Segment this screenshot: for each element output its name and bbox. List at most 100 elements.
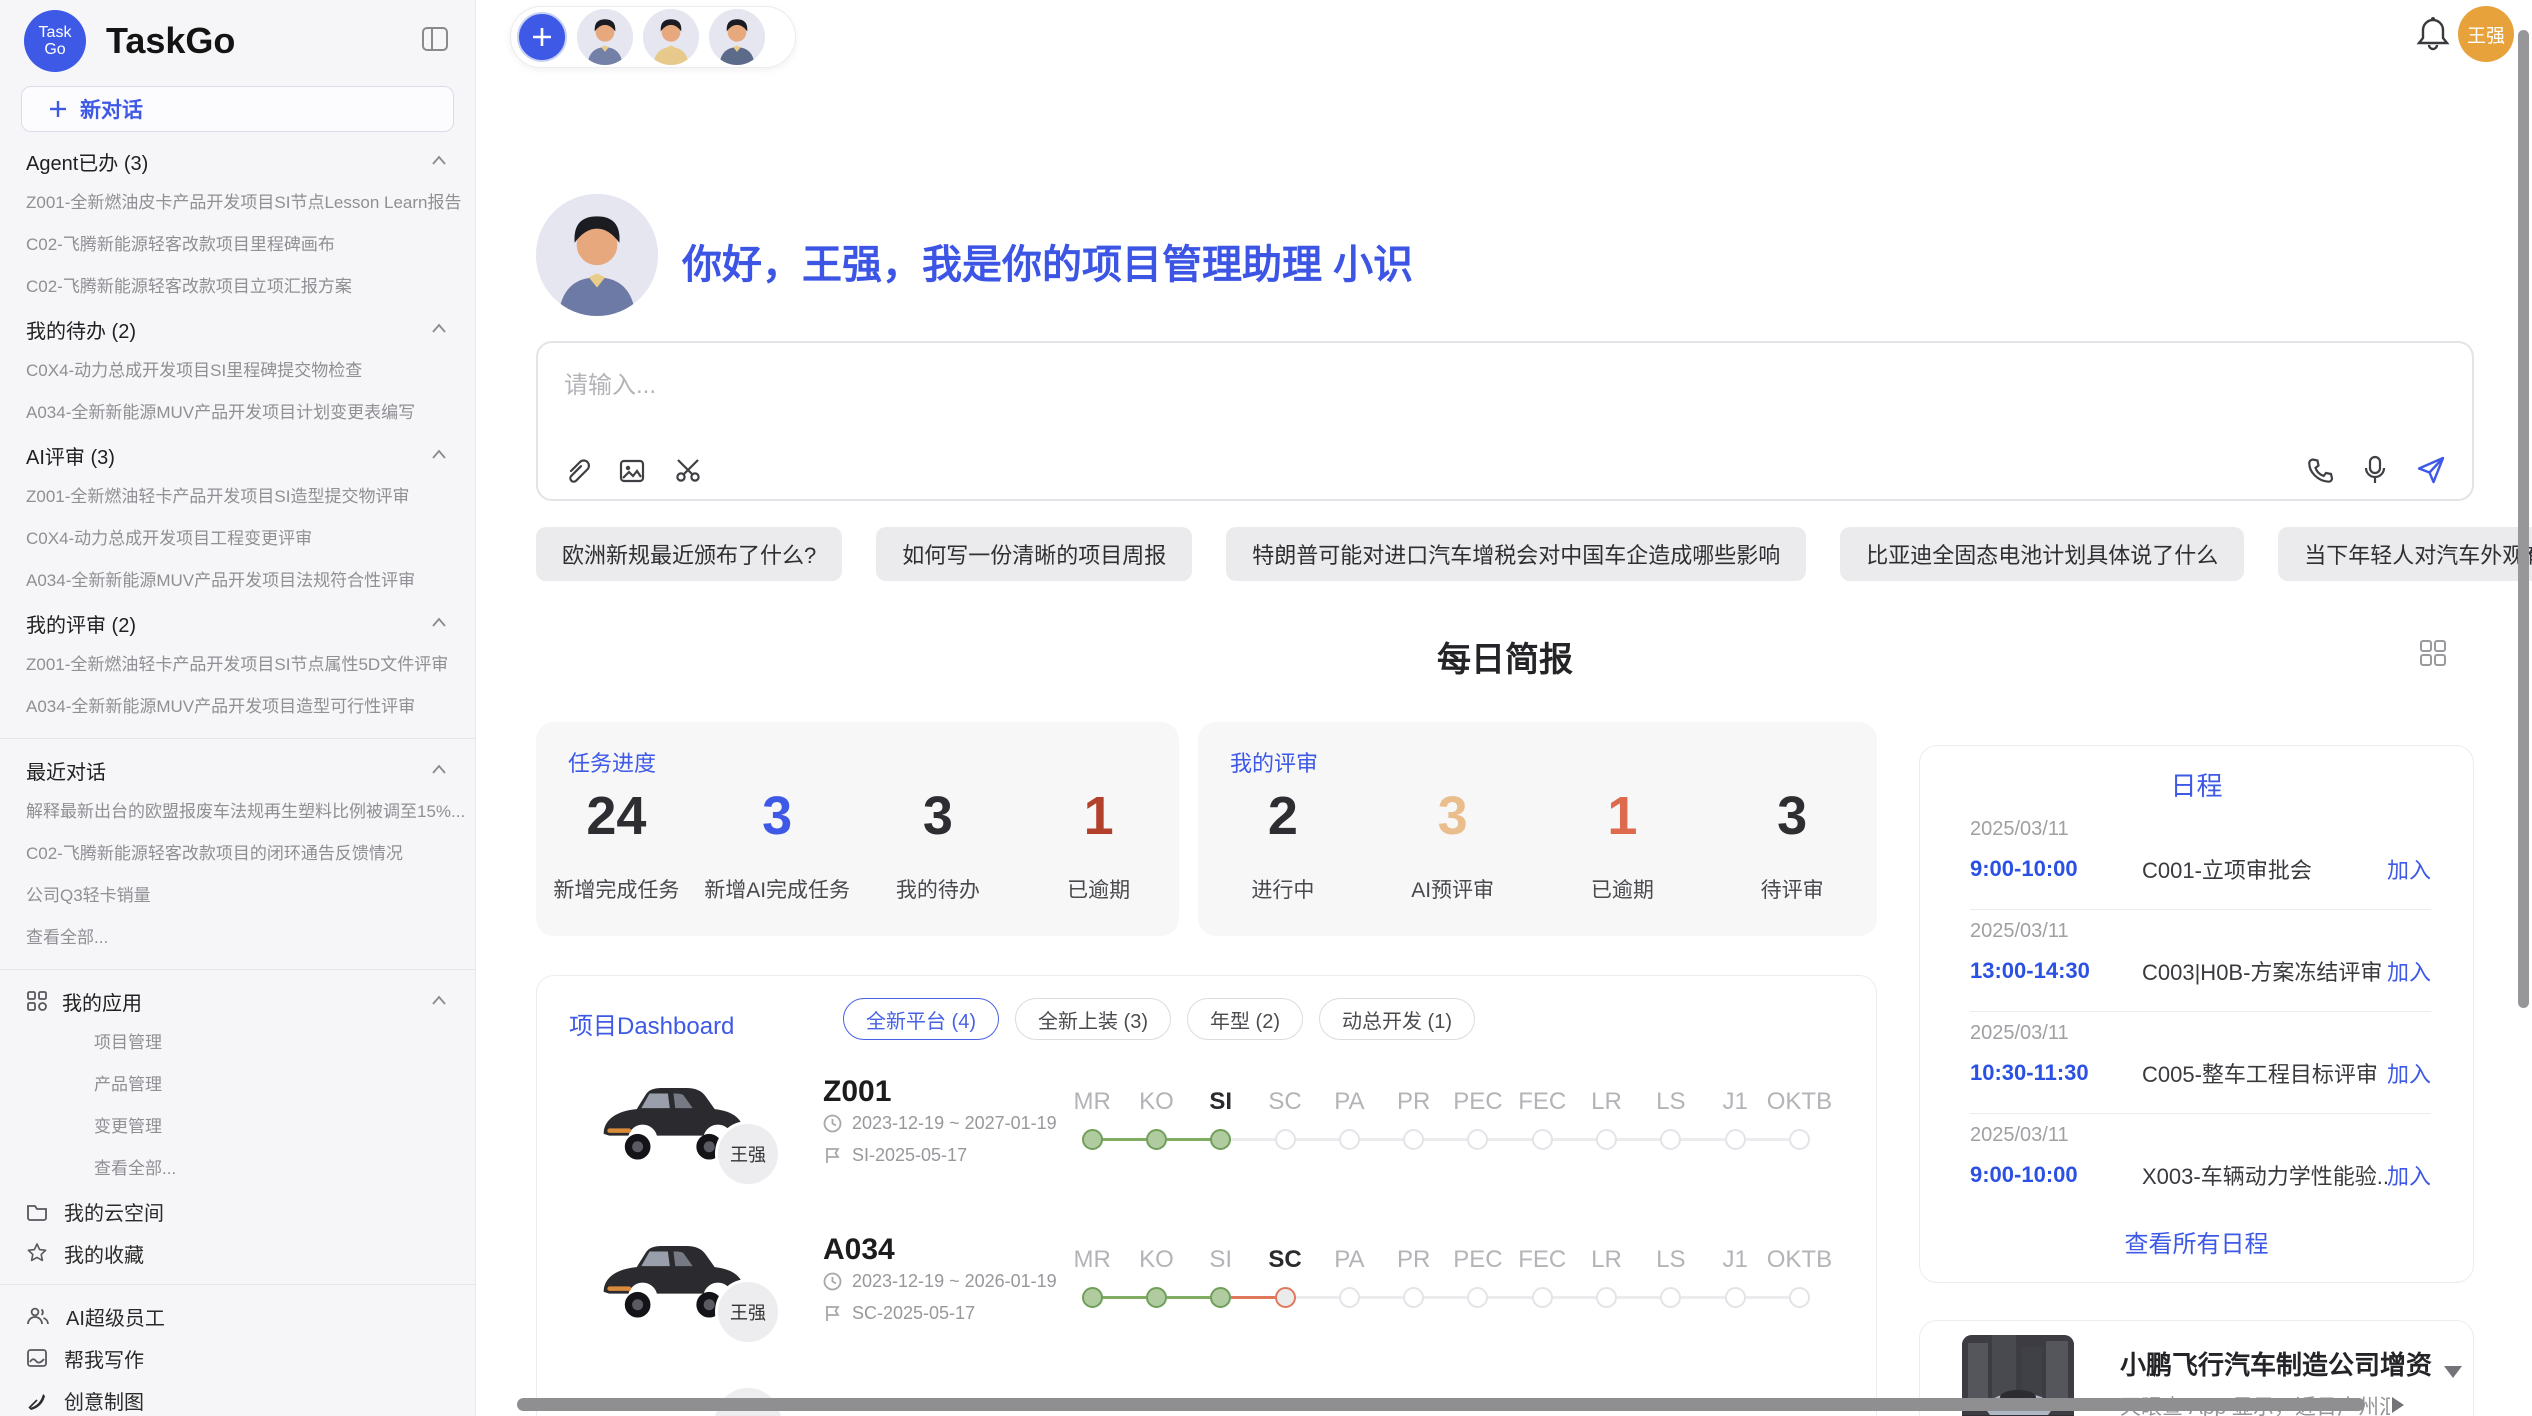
suggestion-chip-2[interactable]: 如何写一份清晰的项目周报 bbox=[876, 527, 1192, 581]
event-join-link[interactable]: 加入 bbox=[2387, 1057, 2431, 1089]
insert-image-icon[interactable] bbox=[618, 457, 646, 485]
sidebar-link-cloud-folder[interactable]: 我的云空间 bbox=[0, 1190, 475, 1232]
project-flag-milestone: SI-2025-05-17 bbox=[823, 1145, 967, 1166]
notifications-bell-icon[interactable] bbox=[2416, 16, 2450, 52]
sidebar-section-title-text: 我的待办 (2) bbox=[26, 315, 136, 344]
milestone-dot[interactable] bbox=[1789, 1287, 1810, 1308]
milestone-dot[interactable] bbox=[1339, 1129, 1360, 1150]
sidebar-item-label: Z001-全新燃油皮卡产品开发项目SI节点Lesson Learn报告 bbox=[26, 182, 449, 224]
milestone-dot[interactable] bbox=[1210, 1287, 1231, 1308]
send-icon[interactable] bbox=[2416, 455, 2446, 485]
scroll-right-arrow-icon[interactable] bbox=[2392, 1397, 2404, 1413]
sidebar-list-item[interactable]: 公司Q3轻卡销量 bbox=[0, 875, 475, 917]
sidebar-section-header-3[interactable]: 我的评审 (2) bbox=[0, 602, 475, 644]
suggestion-chip-1[interactable]: 欧洲新规最近颁布了什么? bbox=[536, 527, 842, 581]
star-icon bbox=[26, 1242, 48, 1264]
suggestion-chips: 欧洲新规最近颁布了什么? 如何写一份清晰的项目周报特朗普可能对进口汽车增税会对中国… bbox=[536, 527, 2475, 581]
stat-grid: 24新增完成任务3新增AI完成任务3我的待办1已逾期 bbox=[536, 786, 1179, 936]
milestone-dot[interactable] bbox=[1660, 1287, 1681, 1308]
suggestion-chip-4[interactable]: 比亚迪全固态电池计划具体说了什么 bbox=[1840, 527, 2244, 581]
sidebar-list-item[interactable]: Z001-全新燃油皮卡产品开发项目SI节点Lesson Learn报告 bbox=[0, 182, 475, 224]
suggestion-chip-3[interactable]: 特朗普可能对进口汽车增税会对中国车企造成哪些影响 bbox=[1226, 527, 1806, 581]
milestone-dot[interactable] bbox=[1725, 1287, 1746, 1308]
sidebar-list-item[interactable]: 产品管理 bbox=[0, 1064, 475, 1106]
agent-avatar-3[interactable] bbox=[709, 9, 765, 65]
milestone-dot[interactable] bbox=[1082, 1287, 1103, 1308]
milestone-dot[interactable] bbox=[1339, 1287, 1360, 1308]
sidebar-list-item[interactable]: A034-全新新能源MUV产品开发项目造型可行性评审 bbox=[0, 686, 475, 728]
scroll-down-arrow-icon[interactable] bbox=[2444, 1366, 2462, 1378]
milestone-dot[interactable] bbox=[1467, 1129, 1488, 1150]
new-chat-button[interactable]: 新对话 bbox=[21, 86, 454, 132]
sidebar-section-header-recent[interactable]: 最近对话 bbox=[0, 749, 475, 791]
dashboard-tab-1[interactable]: 全新平台 (4) bbox=[843, 998, 999, 1040]
event-join-link[interactable]: 加入 bbox=[2387, 1159, 2431, 1191]
sidebar-section-header-apps[interactable]: 我的应用 bbox=[0, 980, 475, 1022]
milestone-dot[interactable] bbox=[1146, 1129, 1167, 1150]
sidebar-list-item[interactable]: C0X4-动力总成开发项目工程变更评审 bbox=[0, 518, 475, 560]
sidebar-section-header-2[interactable]: AI评审 (3) bbox=[0, 434, 475, 476]
sidebar-list-item[interactable]: 查看全部... bbox=[0, 917, 475, 959]
sidebar-link-pen[interactable]: 创意制图 bbox=[0, 1379, 475, 1416]
agent-avatar-1[interactable] bbox=[577, 9, 633, 65]
briefing-layout-grid-icon[interactable] bbox=[2418, 638, 2448, 668]
milestone-dot[interactable] bbox=[1532, 1129, 1553, 1150]
sidebar-list-item[interactable]: Z001-全新燃油轻卡产品开发项目SI造型提交物评审 bbox=[0, 476, 475, 518]
sidebar-section-header-1[interactable]: 我的待办 (2) bbox=[0, 308, 475, 350]
milestone-dot[interactable] bbox=[1532, 1287, 1553, 1308]
sidebar-link-people[interactable]: AI超级员工 bbox=[0, 1295, 475, 1337]
microphone-icon[interactable] bbox=[2362, 455, 2388, 485]
milestone-label: J1 bbox=[1722, 1243, 1747, 1277]
user-avatar[interactable]: 王强 bbox=[2458, 6, 2514, 62]
view-all-schedule-link[interactable]: 查看所有日程 bbox=[1920, 1224, 2473, 1259]
vertical-scrollbar[interactable] bbox=[2518, 30, 2529, 1008]
sidebar-list-item[interactable]: C02-飞腾新能源轻客改款项目的闭环通告反馈情况 bbox=[0, 833, 475, 875]
dashboard-tab-4[interactable]: 动总开发 (1) bbox=[1319, 998, 1475, 1040]
milestone-dot[interactable] bbox=[1146, 1287, 1167, 1308]
dashboard-tab-3[interactable]: 年型 (2) bbox=[1187, 998, 1303, 1040]
milestone-dot[interactable] bbox=[1789, 1129, 1810, 1150]
milestone-dot[interactable] bbox=[1275, 1129, 1296, 1150]
suggestion-chip-5[interactable]: 当下年轻人对汽车外观有怎样的喜好趋势 bbox=[2278, 527, 2532, 581]
sidebar-list-item[interactable]: 项目管理 bbox=[0, 1022, 475, 1064]
milestone-timeline: MRKOSISCPAPRPECFECLRLSJ1OKTB bbox=[1060, 1243, 1832, 1317]
screenshot-scissors-icon[interactable] bbox=[674, 457, 704, 485]
dashboard-tab-2[interactable]: 全新上装 (3) bbox=[1015, 998, 1171, 1040]
milestone-dot[interactable] bbox=[1725, 1129, 1746, 1150]
sidebar-list-item[interactable]: A034-全新新能源MUV产品开发项目计划变更表编写 bbox=[0, 392, 475, 434]
sidebar-list-item[interactable]: 查看全部... bbox=[0, 1148, 475, 1190]
stat-item: 24新增完成任务 bbox=[536, 786, 697, 936]
milestone-dot[interactable] bbox=[1660, 1129, 1681, 1150]
add-agent-button[interactable] bbox=[517, 12, 567, 62]
sidebar-list-item[interactable]: A034-全新新能源MUV产品开发项目法规符合性评审 bbox=[0, 560, 475, 602]
sidebar-list-item[interactable]: C02-飞腾新能源轻客改款项目里程碑画布 bbox=[0, 224, 475, 266]
sidebar-list-item[interactable]: 解释最新出台的欧盟报废车法规再生塑料比例被调至15%... bbox=[0, 791, 475, 833]
milestone-J1: J1 bbox=[1703, 1085, 1767, 1159]
horizontal-scrollbar[interactable] bbox=[517, 1398, 2365, 1411]
milestone-dot[interactable] bbox=[1596, 1287, 1617, 1308]
milestone-dot[interactable] bbox=[1403, 1129, 1424, 1150]
milestone-dot[interactable] bbox=[1275, 1287, 1296, 1308]
voice-call-icon[interactable] bbox=[2306, 455, 2334, 485]
sidebar-link-star[interactable]: 我的收藏 bbox=[0, 1232, 475, 1274]
sidebar-list-item[interactable]: Z001-全新燃油轻卡产品开发项目SI节点属性5D文件评审 bbox=[0, 644, 475, 686]
milestone-dot[interactable] bbox=[1596, 1129, 1617, 1150]
milestone-dot[interactable] bbox=[1403, 1287, 1424, 1308]
milestone-dot[interactable] bbox=[1210, 1129, 1231, 1150]
agent-avatar-2[interactable] bbox=[643, 9, 699, 65]
sidebar-link-label: 我的云空间 bbox=[64, 1197, 164, 1226]
event-join-link[interactable]: 加入 bbox=[2387, 955, 2431, 987]
event-time: 9:00-10:00 bbox=[1970, 856, 2142, 882]
milestone-label: LS bbox=[1656, 1243, 1685, 1277]
message-input[interactable] bbox=[538, 343, 2472, 429]
attachment-icon[interactable] bbox=[562, 457, 590, 485]
sidebar-list-item[interactable]: C02-飞腾新能源轻客改款项目立项汇报方案 bbox=[0, 266, 475, 308]
collapse-sidebar-icon[interactable] bbox=[421, 26, 449, 52]
milestone-dot[interactable] bbox=[1467, 1287, 1488, 1308]
sidebar-section-header-0[interactable]: Agent已办 (3) bbox=[0, 140, 475, 182]
milestone-dot[interactable] bbox=[1082, 1129, 1103, 1150]
sidebar-list-item[interactable]: 变更管理 bbox=[0, 1106, 475, 1148]
event-join-link[interactable]: 加入 bbox=[2387, 853, 2431, 885]
sidebar-list-item[interactable]: C0X4-动力总成开发项目SI里程碑提交物检查 bbox=[0, 350, 475, 392]
sidebar-link-picture[interactable]: 帮我写作 bbox=[0, 1337, 475, 1379]
